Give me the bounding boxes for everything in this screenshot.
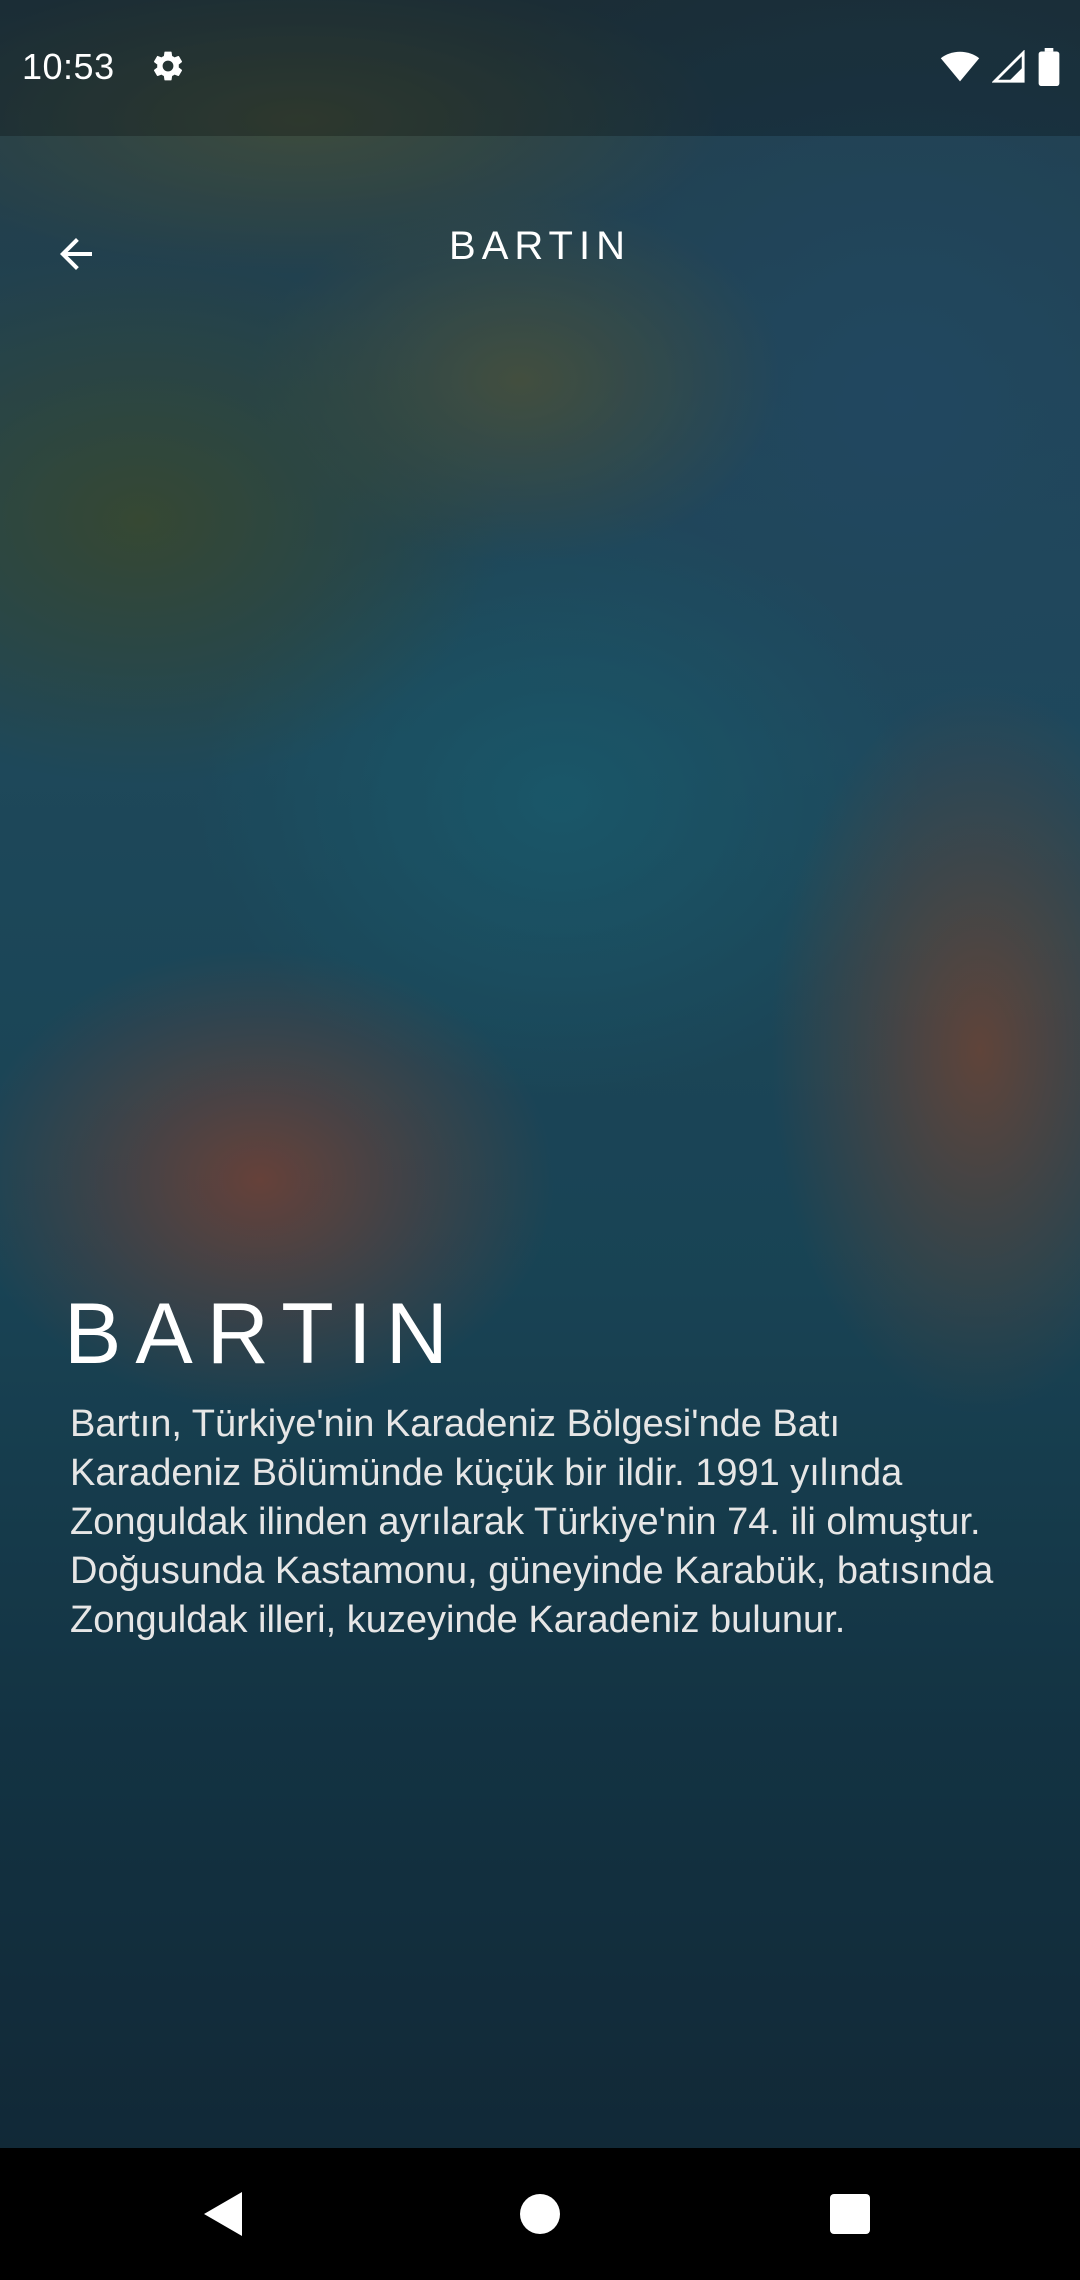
nav-recents-button[interactable] [818, 2184, 882, 2248]
system-nav-bar [0, 2148, 1080, 2280]
top-app-bar: BARTIN [0, 180, 1080, 320]
background-overlay [0, 0, 1080, 2148]
app-bar-title: BARTIN [449, 224, 631, 268]
status-time: 10:53 [22, 46, 115, 87]
battery-icon [1038, 48, 1060, 91]
recents-square-icon [829, 2193, 871, 2240]
back-triangle-icon [202, 2190, 246, 2243]
city-heading: BARTIN [64, 1286, 462, 1382]
status-bar: 10:53 [0, 0, 1080, 136]
home-circle-icon [518, 2192, 562, 2241]
wifi-icon [940, 51, 980, 88]
nav-back-button[interactable] [192, 2184, 256, 2248]
city-description: Bartın, Türkiye'nin Karadeniz Bölgesi'nd… [70, 1403, 994, 1641]
nav-home-button[interactable] [508, 2184, 572, 2248]
settings-icon [150, 48, 186, 84]
background-aerial-photo [0, 0, 1080, 2148]
signal-icon [991, 49, 1026, 89]
